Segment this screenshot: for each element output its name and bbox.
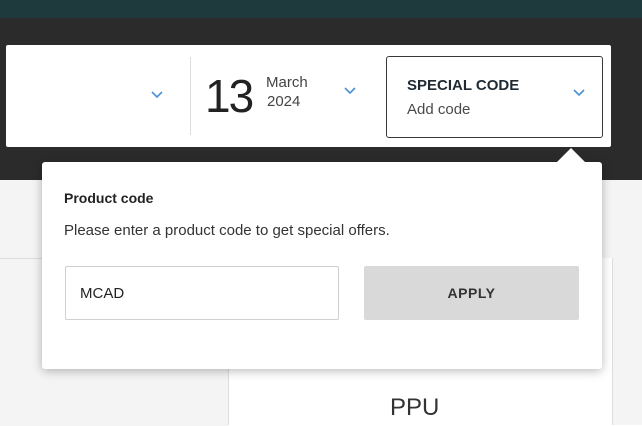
popover-title: Product code [64, 190, 154, 206]
chevron-down-icon[interactable] [150, 90, 164, 100]
ppu-column-header: PPU [390, 394, 440, 421]
divider [190, 57, 191, 135]
date-year: 2024 [267, 93, 301, 110]
chevron-down-icon[interactable] [572, 88, 586, 98]
special-code-button[interactable]: SPECIAL CODE Add code [386, 56, 603, 138]
special-code-title: SPECIAL CODE [407, 77, 520, 94]
date-day: 13 [205, 70, 254, 122]
date-month: March [266, 74, 308, 91]
chevron-down-icon[interactable] [343, 86, 357, 96]
popover-description: Please enter a product code to get speci… [64, 222, 390, 239]
product-code-popover: Product code Please enter a product code… [42, 162, 602, 369]
apply-button[interactable]: APPLY [364, 266, 579, 320]
special-code-subtitle: Add code [407, 101, 471, 118]
product-code-input[interactable] [65, 266, 339, 320]
popover-arrow [557, 148, 585, 162]
booking-search-bar: 13 March 2024 SPECIAL CODE Add code [6, 45, 611, 147]
top-header-bar [0, 0, 642, 18]
